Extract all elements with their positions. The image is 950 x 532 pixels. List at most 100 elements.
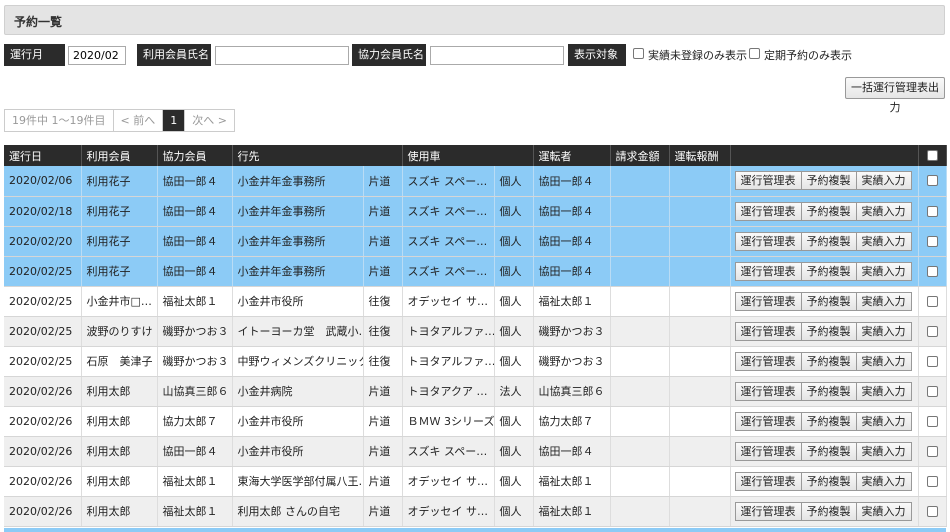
- row-select-cell: [918, 196, 947, 227]
- record-entry-button[interactable]: 実績入力: [855, 261, 912, 281]
- record-entry-button[interactable]: 実績入力: [855, 441, 912, 461]
- cell-fee: [669, 376, 731, 407]
- cell-date: 2020/02/26: [4, 466, 82, 497]
- row-select-checkbox[interactable]: [926, 235, 938, 247]
- bulk-export-button[interactable]: 一括運行管理表出力: [845, 77, 945, 114]
- cell-trip-type: 往復: [363, 346, 403, 377]
- cell-vehicle: スズキ スペー…: [402, 166, 495, 197]
- cell-partner: 福祉太郎１: [157, 286, 233, 317]
- table-header-row: 運行日 利用会員 協力会員 行先 使用車 運転者 請求金額 運転報酬: [4, 145, 947, 166]
- row-actions: 運行管理表 予約複製 実績入力: [730, 286, 919, 317]
- operation-sheet-button[interactable]: 運行管理表: [734, 231, 802, 251]
- row-select-cell: [918, 496, 947, 527]
- cell-member: 小金井市□…: [81, 286, 158, 317]
- operation-sheet-button[interactable]: 運行管理表: [734, 351, 802, 371]
- operation-sheet-button[interactable]: 運行管理表: [734, 321, 802, 341]
- operation-sheet-button[interactable]: 運行管理表: [734, 381, 802, 401]
- operation-sheet-button[interactable]: 運行管理表: [734, 171, 802, 191]
- row-select-checkbox[interactable]: [926, 175, 938, 187]
- cell-trip-type: 片道: [363, 166, 403, 197]
- regular-only-checkbox[interactable]: [749, 48, 760, 59]
- cell-fee: [669, 226, 731, 257]
- row-select-checkbox[interactable]: [926, 505, 938, 517]
- record-entry-button[interactable]: 実績入力: [855, 381, 912, 401]
- row-select-checkbox[interactable]: [926, 325, 938, 337]
- operation-sheet-button[interactable]: 運行管理表: [734, 261, 802, 281]
- col-partner: 協力会員: [157, 145, 233, 166]
- duplicate-reservation-button[interactable]: 予約複製: [800, 171, 857, 191]
- cell-driver: 磯野かつお３: [533, 346, 611, 377]
- page-1-link[interactable]: 1: [163, 110, 186, 131]
- cell-billing: [610, 316, 670, 347]
- page-title-bar: 予約一覧: [4, 5, 945, 35]
- cell-owner-type: 個人: [494, 166, 534, 197]
- operation-sheet-button[interactable]: 運行管理表: [734, 291, 802, 311]
- operation-sheet-button[interactable]: 運行管理表: [734, 471, 802, 491]
- row-select-checkbox[interactable]: [926, 265, 938, 277]
- cell-owner-type: 個人: [494, 496, 534, 527]
- cell-partner: 協田一郎４: [157, 196, 233, 227]
- duplicate-reservation-button[interactable]: 予約複製: [800, 471, 857, 491]
- partner-name-input[interactable]: [430, 46, 564, 65]
- cell-date: 2020/02/25: [4, 286, 82, 317]
- row-select-checkbox[interactable]: [926, 295, 938, 307]
- cell-destination: イトーヨーカ堂 武蔵小…: [232, 316, 364, 347]
- table-row: 2020/02/25 波野のりすけ 磯野かつお３ イトーヨーカ堂 武蔵小… 往復 トヨタア…: [4, 316, 947, 347]
- record-entry-button[interactable]: 実績入力: [855, 321, 912, 341]
- next-page-link[interactable]: 次へ >: [185, 110, 234, 131]
- cell-destination: 小金井年金事務所: [232, 166, 364, 197]
- row-select-checkbox[interactable]: [926, 415, 938, 427]
- duplicate-reservation-button[interactable]: 予約複製: [800, 441, 857, 461]
- duplicate-reservation-button[interactable]: 予約複製: [800, 261, 857, 281]
- record-entry-button[interactable]: 実績入力: [855, 471, 912, 491]
- row-select-checkbox[interactable]: [926, 475, 938, 487]
- record-entry-button[interactable]: 実績入力: [855, 411, 912, 431]
- operation-sheet-button[interactable]: 運行管理表: [734, 411, 802, 431]
- duplicate-reservation-button[interactable]: 予約複製: [800, 381, 857, 401]
- cell-billing: [610, 256, 670, 287]
- row-select-checkbox[interactable]: [926, 445, 938, 457]
- cell-driver: 磯野かつお３: [533, 316, 611, 347]
- record-entry-button[interactable]: 実績入力: [855, 291, 912, 311]
- duplicate-reservation-button[interactable]: 予約複製: [800, 291, 857, 311]
- cell-member: 利用花子: [81, 196, 158, 227]
- table-row: 2020/02/25 利用花子 協田一郎４ 小金井年金事務所 片道 スズキ スペー… 個人協…: [4, 256, 947, 287]
- duplicate-reservation-button[interactable]: 予約複製: [800, 201, 857, 221]
- duplicate-reservation-button[interactable]: 予約複製: [800, 231, 857, 251]
- duplicate-reservation-button[interactable]: 予約複製: [800, 501, 857, 521]
- row-select-checkbox[interactable]: [926, 385, 938, 397]
- row-select-cell: [918, 316, 947, 347]
- table-row: 2020/02/26 利用太郎 山協真三郎６ 小金井病院 片道 トヨタアクア … 法人 山協真…: [4, 376, 947, 407]
- operation-sheet-button[interactable]: 運行管理表: [734, 441, 802, 461]
- record-entry-button[interactable]: 実績入力: [855, 351, 912, 371]
- unregistered-only-checkbox[interactable]: [633, 48, 644, 59]
- row-actions: 運行管理表 予約複製 実績入力: [730, 406, 919, 437]
- row-select-checkbox[interactable]: [926, 355, 938, 367]
- member-name-input[interactable]: [215, 46, 349, 65]
- duplicate-reservation-button[interactable]: 予約複製: [800, 321, 857, 341]
- operation-sheet-button[interactable]: 運行管理表: [734, 201, 802, 221]
- cell-destination: 利用太郎 さんの自宅: [232, 496, 364, 527]
- row-select-cell: [918, 406, 947, 437]
- cell-owner-type: 個人: [494, 196, 534, 227]
- cell-vehicle: スズキ スペー…: [402, 196, 495, 227]
- col-billing: 請求金額: [610, 145, 670, 166]
- select-all-checkbox[interactable]: [926, 150, 938, 161]
- cell-destination: 小金井年金事務所: [232, 256, 364, 287]
- record-entry-button[interactable]: 実績入力: [855, 231, 912, 251]
- record-entry-button[interactable]: 実績入力: [855, 501, 912, 521]
- row-select-checkbox[interactable]: [926, 205, 938, 217]
- cell-driver: 協田一郎４: [533, 196, 611, 227]
- table-row: 2020/02/20 利用花子 協田一郎４ 小金井年金事務所 片道 スズキ スペー… 個人協…: [4, 226, 947, 257]
- cell-owner-type: 個人: [494, 286, 534, 317]
- operation-sheet-button[interactable]: 運行管理表: [734, 501, 802, 521]
- cell-fee: [669, 196, 731, 227]
- duplicate-reservation-button[interactable]: 予約複製: [800, 351, 857, 371]
- prev-page-link[interactable]: < 前へ: [114, 110, 164, 131]
- duplicate-reservation-button[interactable]: 予約複製: [800, 411, 857, 431]
- month-input[interactable]: [68, 46, 126, 65]
- record-entry-button[interactable]: 実績入力: [855, 201, 912, 221]
- table-row: 2020/02/26 利用太郎 福祉太郎１ 東海大学医学部付属八王… 片道 オデッセイ サ…: [4, 466, 947, 497]
- record-entry-button[interactable]: 実績入力: [855, 171, 912, 191]
- cell-fee: [669, 316, 731, 347]
